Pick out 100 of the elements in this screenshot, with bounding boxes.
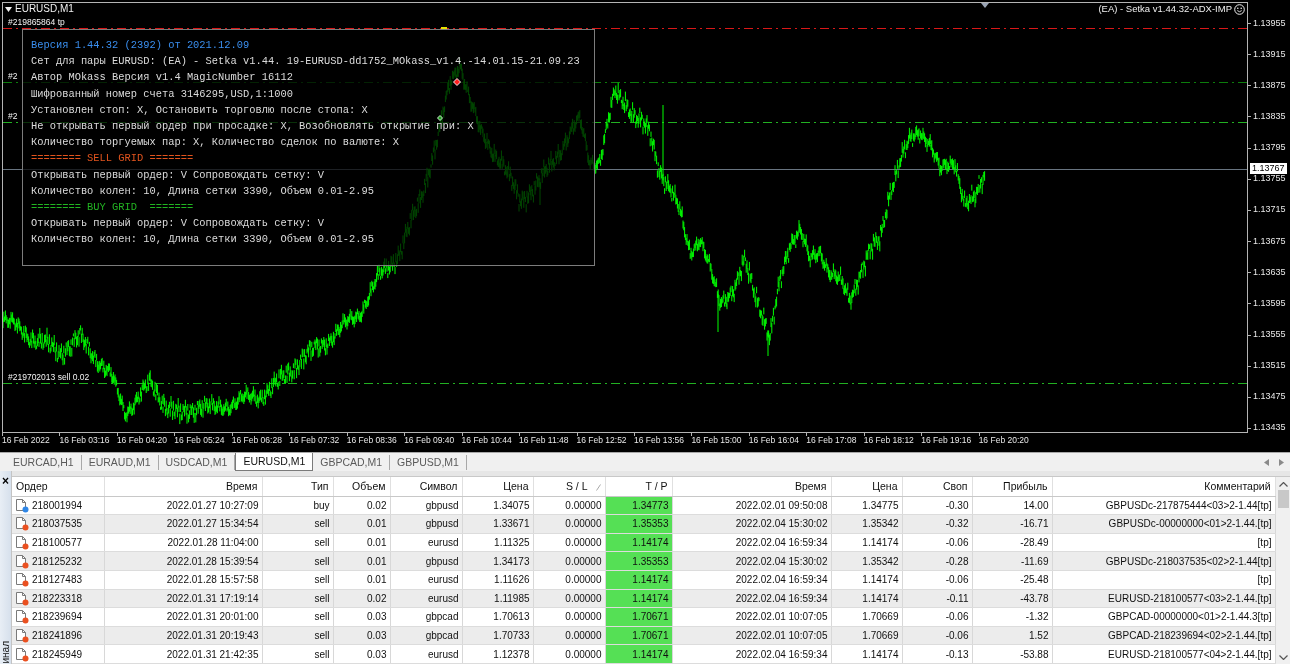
panel-side-label: инал <box>0 641 11 664</box>
table-cell: -0.06 <box>902 607 972 627</box>
time-axis-label: 16 Feb 06:28 <box>231 435 282 446</box>
chart-tab[interactable]: GBPUSD,M1 <box>390 455 467 470</box>
table-cell: 1.14174 <box>831 570 902 590</box>
column-header[interactable]: Ордер <box>16 480 48 493</box>
column-header[interactable]: Тип <box>311 480 329 493</box>
table-cell: 0.00000 <box>533 644 605 664</box>
table-cell: 2022.02.04 16:59:34 <box>672 533 831 552</box>
chart-tab[interactable]: EURCAD,H1 <box>6 455 82 470</box>
info-line: Автор MOkass Версия v1.4 MagicNumber 16112 <box>31 72 293 83</box>
table-cell: gbpcad <box>390 607 462 627</box>
chart-tab[interactable]: EURAUD,M1 <box>81 455 159 470</box>
diamond-icon <box>453 78 461 86</box>
time-axis-label: 16 Feb 16:04 <box>748 435 799 446</box>
column-header[interactable]: Цена <box>503 480 529 493</box>
table-cell: 2022.02.04 16:59:34 <box>672 644 831 664</box>
info-line: ======== SELL GRID ======= <box>31 153 194 164</box>
price-axis-label: 1.13515 <box>1253 360 1286 372</box>
table-cell: -53.88 <box>972 644 1052 664</box>
table-cell: 0.02 <box>333 496 390 515</box>
scroll-left-icon[interactable] <box>1264 458 1269 466</box>
info-line: Количество колен: 10, Длина сетки 3390, Объем 0.01-2.95 <box>31 185 374 196</box>
table-cell: -1.32 <box>972 607 1052 627</box>
table-cell: sell <box>262 644 333 664</box>
table-cell: 2022.02.04 16:59:34 <box>672 570 831 590</box>
scroll-right-icon[interactable] <box>1279 458 1284 466</box>
time-axis-label: 16 Feb 10:44 <box>461 435 512 446</box>
price-axis-label: 1.13875 <box>1253 79 1286 91</box>
table-cell: 0.00000 <box>533 533 605 552</box>
info-line: Версия 1.44.32 (2392) от 2021.12.09 <box>31 40 250 51</box>
table-cell: 0.01 <box>333 570 390 590</box>
scroll-thumb[interactable] <box>1277 490 1289 508</box>
column-header[interactable]: Цена <box>872 480 898 493</box>
scroll-up-icon[interactable] <box>1278 482 1288 487</box>
column-header[interactable]: S / L <box>565 480 588 493</box>
price-axis-label: 1.13595 <box>1253 297 1286 309</box>
table-cell: 2022.02.01 09:50:08 <box>672 496 831 515</box>
info-line: Количество торгуемых пар: X, Количество сделок по валюте: X <box>31 137 399 148</box>
column-header[interactable]: Объем <box>352 480 386 493</box>
table-cell: 1.14174 <box>831 644 902 664</box>
table-cell: 2022.01.31 21:42:35 <box>104 644 262 664</box>
table-cell: -0.13 <box>902 644 972 664</box>
table-cell: 2022.01.28 11:04:00 <box>104 533 262 552</box>
table-cell: 1.11626 <box>462 570 533 590</box>
time-axis-label: 16 Feb 04:20 <box>116 435 167 446</box>
table-cell: buy <box>262 496 333 515</box>
close-button[interactable]: × <box>2 475 9 487</box>
table-cell: 1.70613 <box>462 607 533 627</box>
table-cell: sell <box>262 607 333 627</box>
time-axis-label: 16 Feb 08:36 <box>346 435 397 446</box>
table-cell: 218001994 <box>32 499 83 511</box>
table-cell: -0.30 <box>902 496 972 515</box>
table-cell: GBPCAD-00000000<01>2-1.44.3[tp] <box>1052 607 1275 627</box>
column-header[interactable]: Комментарий <box>1204 480 1271 493</box>
table-cell: [tp] <box>1052 533 1275 552</box>
table-cell: sell <box>262 533 333 552</box>
time-axis-label: 16 Feb 12:52 <box>576 435 627 446</box>
scroll-down-icon[interactable] <box>1278 655 1288 660</box>
chart-tab[interactable]: GBPCAD,M1 <box>313 455 391 470</box>
table-cell: eurusd <box>390 570 462 590</box>
table-cell: eurusd <box>390 533 462 552</box>
price-axis-label: 1.13435 <box>1253 422 1286 434</box>
table-cell: -25.48 <box>972 570 1052 590</box>
table-cell: 218125232 <box>32 555 83 567</box>
column-header[interactable]: T / P <box>645 480 668 493</box>
time-axis-label: 16 Feb 15:00 <box>691 435 742 446</box>
info-line: ======== BUY GRID ======= <box>31 201 194 212</box>
table-cell: 2022.02.01 10:07:05 <box>672 607 831 627</box>
chart-symbol-label: EURUSD,M1 <box>15 3 74 15</box>
table-cell: 14.00 <box>972 496 1052 515</box>
time-axis-label: 16 Feb 18:12 <box>863 435 914 446</box>
caret-icon[interactable] <box>5 6 12 12</box>
table-cell: 0.03 <box>333 644 390 664</box>
table-cell: 1.34075 <box>462 496 533 515</box>
table-cell: 218223318 <box>32 592 83 604</box>
price-axis-label: 1.13475 <box>1253 391 1286 403</box>
triangle-icon[interactable] <box>981 3 989 8</box>
chart-tab[interactable]: EURUSD,M1 <box>235 453 314 471</box>
price-axis-label: 1.13715 <box>1253 204 1286 216</box>
column-header[interactable]: Время <box>225 480 258 493</box>
table-cell: 1.70669 <box>831 607 902 627</box>
table-cell: 2022.01.31 20:01:00 <box>104 607 262 627</box>
table-cell: -0.06 <box>902 533 972 552</box>
info-line: Установлен стоп: X, Остановить торговлю после стопа: X <box>31 104 368 115</box>
column-header[interactable]: Прибыль <box>1003 480 1048 493</box>
time-axis-label: 16 Feb 09:40 <box>404 435 455 446</box>
table-cell: 0.00000 <box>533 570 605 590</box>
info-line: Количество колен: 10, Длина сетки 3390, Объем 0.01-2.95 <box>31 234 374 245</box>
column-header[interactable]: Символ <box>419 480 458 493</box>
table-cell: EURUSD-218100577<04>2-1.44.[tp] <box>1052 644 1275 664</box>
price-axis-label: 1.13635 <box>1253 266 1286 278</box>
column-header[interactable]: Время <box>794 480 827 493</box>
table-cell: 218245949 <box>32 648 83 660</box>
table-cell: 218241896 <box>32 630 83 642</box>
table-cell: 218127483 <box>32 574 83 586</box>
table-cell: 1.34775 <box>831 496 902 515</box>
column-header[interactable]: Своп <box>942 480 968 493</box>
time-axis-label: 16 Feb 2022 <box>2 435 50 446</box>
table-cell: 2022.01.27 10:27:09 <box>104 496 262 515</box>
